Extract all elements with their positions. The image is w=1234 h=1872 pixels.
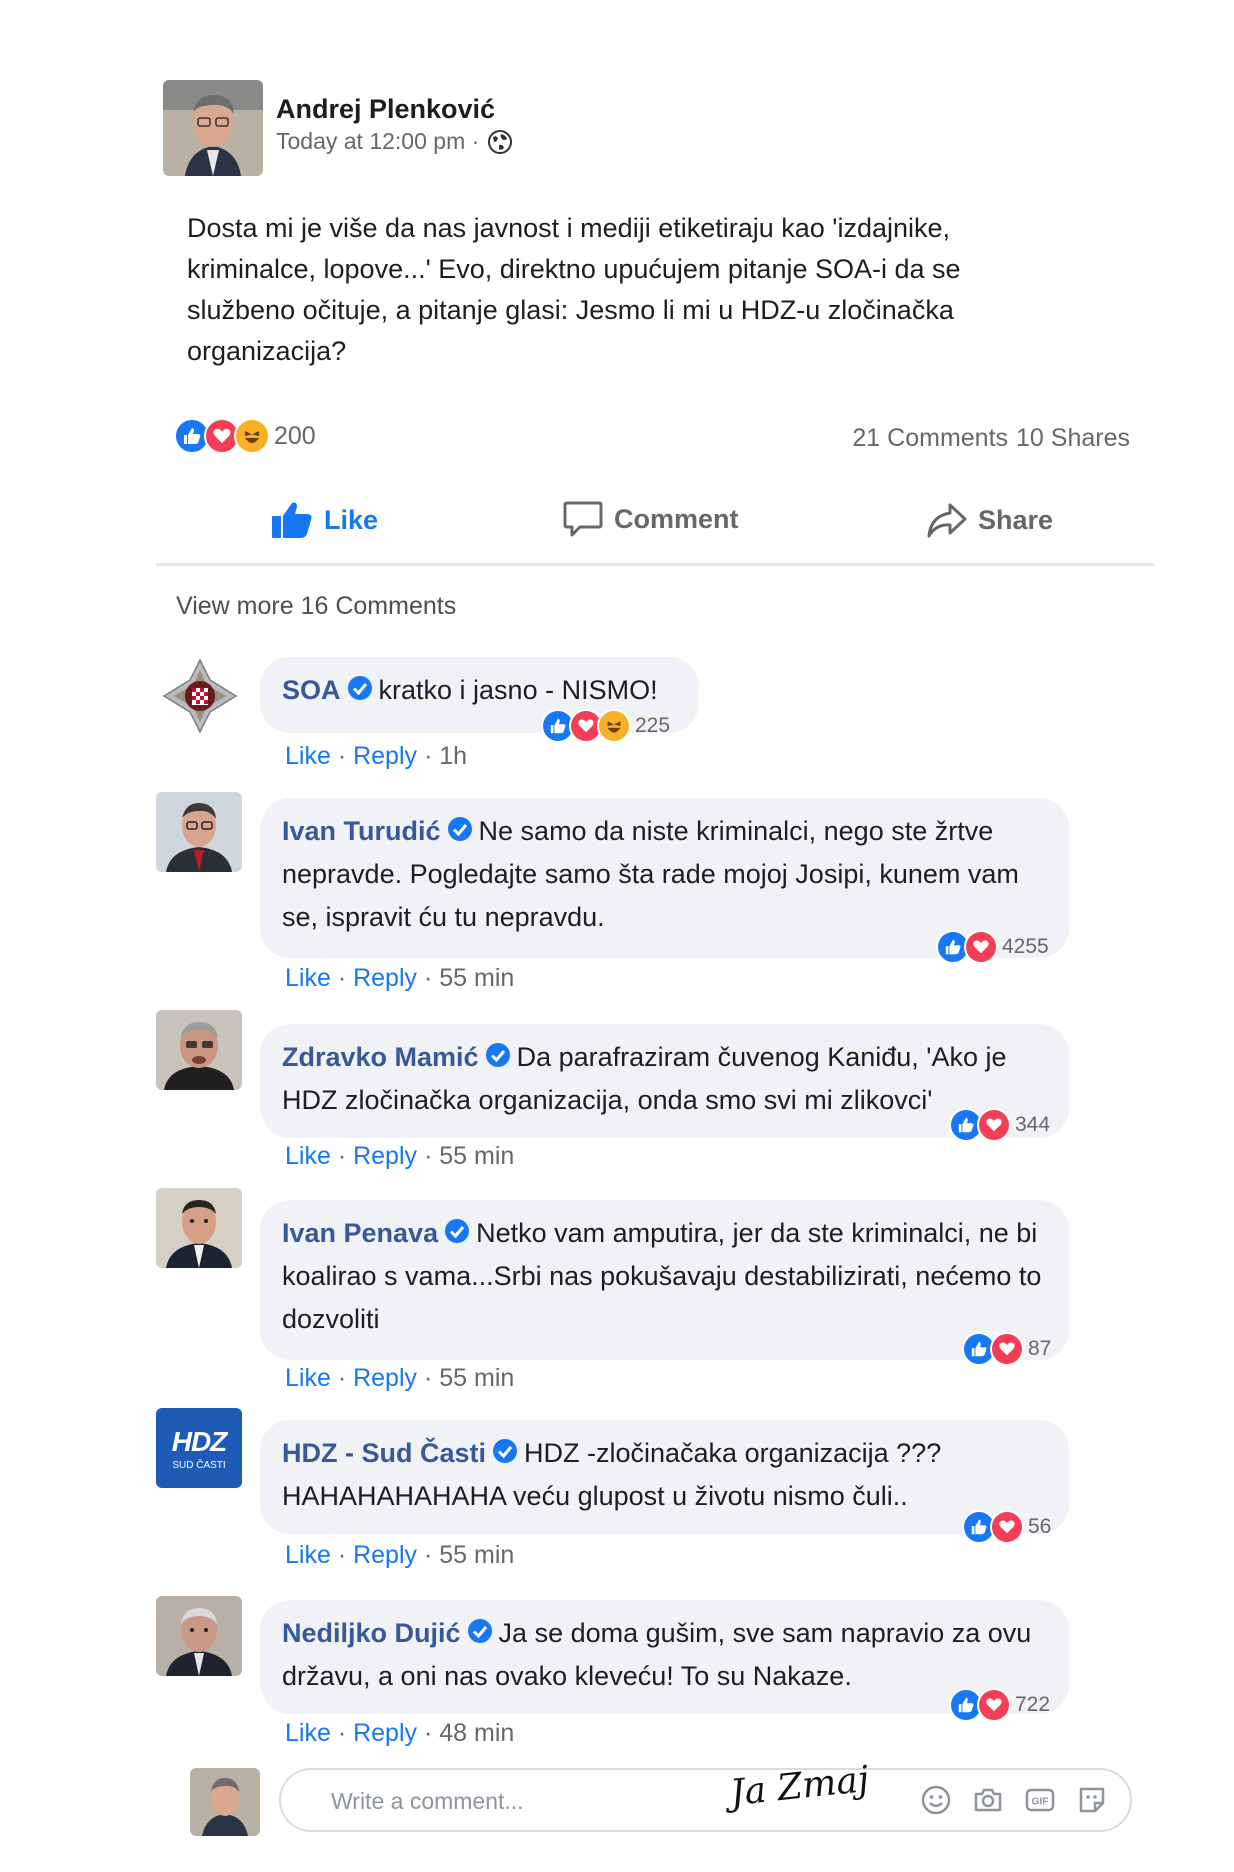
comment-time[interactable]: 55 min xyxy=(439,1541,514,1569)
comment-time[interactable]: 1h xyxy=(439,742,467,770)
comment-reaction-count: 4255 xyxy=(1002,935,1049,958)
commenter-name[interactable]: Ivan Penava xyxy=(282,1218,438,1248)
comment-reactions[interactable]: 4255 xyxy=(936,930,1049,964)
share-icon xyxy=(927,503,967,538)
love-reaction-icon xyxy=(990,1510,1024,1544)
share-button[interactable]: Share xyxy=(926,500,1053,540)
comment-avatar[interactable] xyxy=(162,658,238,734)
comment-reaction-count: 225 xyxy=(635,714,671,737)
comment-button-label: Comment xyxy=(614,503,739,534)
post-text: Dosta mi je više da nas javnost i mediji… xyxy=(187,213,961,366)
comment-time[interactable]: 48 min xyxy=(439,1719,514,1747)
verified-badge-icon xyxy=(485,1043,510,1067)
camera-icon[interactable] xyxy=(972,1784,1004,1816)
haha-reaction-icon xyxy=(597,709,631,743)
love-reaction-icon xyxy=(977,1108,1011,1142)
hdz-logo: HDZ xyxy=(171,1426,228,1457)
love-reaction-icon xyxy=(977,1688,1011,1722)
comment-actions: Like · Reply · 1h xyxy=(285,742,468,770)
comment-button[interactable]: Comment xyxy=(562,498,739,540)
post-meta: Today at 12:00 pm · xyxy=(276,128,513,155)
composer-icons: GIF xyxy=(920,1784,1108,1816)
reaction-summary[interactable]: 200 xyxy=(174,418,316,454)
globe-icon xyxy=(488,129,513,154)
hdz-logo-caption: SUD ČASTI xyxy=(172,1460,226,1471)
comment-like-link[interactable]: Like xyxy=(285,1142,331,1170)
comment-reactions[interactable]: 225 xyxy=(541,709,670,743)
gif-icon[interactable]: GIF xyxy=(1024,1784,1056,1816)
comment-time[interactable]: 55 min xyxy=(439,1364,514,1392)
commenter-name[interactable]: HDZ - Sud Časti xyxy=(282,1438,486,1468)
comment-reaction-count: 344 xyxy=(1015,1113,1051,1136)
author-avatar[interactable] xyxy=(163,80,263,176)
comment-reactions[interactable]: 722 xyxy=(949,1688,1050,1722)
share-button-label: Share xyxy=(978,504,1054,535)
svg-text:GIF: GIF xyxy=(1032,1797,1049,1808)
thumbs-up-icon xyxy=(272,502,312,538)
comment-actions: Like · Reply · 55 min xyxy=(285,1364,515,1392)
comment-composer[interactable]: GIF xyxy=(279,1768,1132,1832)
comment-reply-link[interactable]: Reply xyxy=(353,1719,417,1747)
love-reaction-icon xyxy=(964,930,998,964)
reaction-count: 200 xyxy=(274,421,316,450)
comment-like-link[interactable]: Like xyxy=(285,1719,331,1747)
divider xyxy=(156,563,1154,566)
comments-count[interactable]: 21 Comments xyxy=(852,424,1008,452)
comment-actions: Like · Reply · 55 min xyxy=(285,1142,515,1170)
comment-reply-link[interactable]: Reply xyxy=(353,1142,417,1170)
comment-icon xyxy=(563,501,603,537)
commenter-name[interactable]: SOA xyxy=(282,675,341,705)
comment-actions: Like · Reply · 48 min xyxy=(285,1719,515,1747)
current-user-avatar[interactable] xyxy=(190,1768,260,1836)
comment-time[interactable]: 55 min xyxy=(439,1142,514,1170)
comment-actions: Like · Reply · 55 min xyxy=(285,1541,515,1569)
verified-badge-icon xyxy=(447,817,472,841)
comment-avatar[interactable] xyxy=(156,1188,242,1268)
comment-avatar[interactable] xyxy=(156,792,242,872)
comment-like-link[interactable]: Like xyxy=(285,964,331,992)
author-name[interactable]: Andrej Plenković xyxy=(276,94,495,125)
comment-like-link[interactable]: Like xyxy=(285,1364,331,1392)
comment-text: kratko i jasno - NISMO! xyxy=(378,675,658,705)
comment-actions: Like · Reply · 55 min xyxy=(285,964,515,992)
comment-reply-link[interactable]: Reply xyxy=(353,1541,417,1569)
comment-reply-link[interactable]: Reply xyxy=(353,1364,417,1392)
like-button-label: Like xyxy=(324,504,379,535)
emoji-icon[interactable] xyxy=(920,1784,952,1816)
verified-badge-icon xyxy=(347,676,372,700)
comment-reply-link[interactable]: Reply xyxy=(353,964,417,992)
comment-reactions[interactable]: 87 xyxy=(962,1332,1051,1366)
comment-bubble: HDZ - Sud Časti HDZ -zločinačaka organiza… xyxy=(260,1420,1069,1534)
comment-bubble: Ivan Penava Netko vam amputira, jer da st… xyxy=(260,1200,1069,1360)
commenter-name[interactable]: Ivan Turudić xyxy=(282,816,441,846)
verified-badge-icon xyxy=(445,1219,470,1243)
comment-reply-link[interactable]: Reply xyxy=(353,742,417,770)
comment-time[interactable]: 55 min xyxy=(439,964,514,992)
post-time[interactable]: Today at 12:00 pm · xyxy=(276,128,479,155)
comment-reactions[interactable]: 344 xyxy=(949,1108,1050,1142)
haha-reaction-icon xyxy=(234,418,270,454)
verified-badge-icon xyxy=(493,1439,518,1463)
comment-avatar[interactable]: HDZ SUD ČASTI xyxy=(156,1408,242,1488)
commenter-name[interactable]: Nediljko Dujić xyxy=(282,1618,461,1648)
comment-reactions[interactable]: 56 xyxy=(962,1510,1051,1544)
comment-avatar[interactable] xyxy=(156,1596,242,1676)
love-reaction-icon xyxy=(990,1332,1024,1366)
commenter-name[interactable]: Zdravko Mamić xyxy=(282,1042,479,1072)
engagement-counts: 21 Comments 10 Shares xyxy=(852,424,1130,453)
comment-like-link[interactable]: Like xyxy=(285,1541,331,1569)
comment-like-link[interactable]: Like xyxy=(285,742,331,770)
comment-reaction-count: 56 xyxy=(1028,1515,1052,1538)
comment-bubble: Nediljko Dujić Ja se doma gušim, sve sam … xyxy=(260,1600,1069,1714)
view-more-comments-link[interactable]: View more 16 Comments xyxy=(176,592,456,621)
comment-reaction-count: 722 xyxy=(1015,1693,1051,1716)
verified-badge-icon xyxy=(467,1619,492,1643)
comment-avatar[interactable] xyxy=(156,1010,242,1090)
comment-reaction-count: 87 xyxy=(1028,1337,1052,1360)
sticker-icon[interactable] xyxy=(1076,1784,1108,1816)
like-button[interactable]: Like xyxy=(270,500,378,540)
shares-count[interactable]: 10 Shares xyxy=(1016,424,1130,452)
comment-bubble: Zdravko Mamić Da parafraziram čuvenog Kan… xyxy=(260,1024,1069,1138)
